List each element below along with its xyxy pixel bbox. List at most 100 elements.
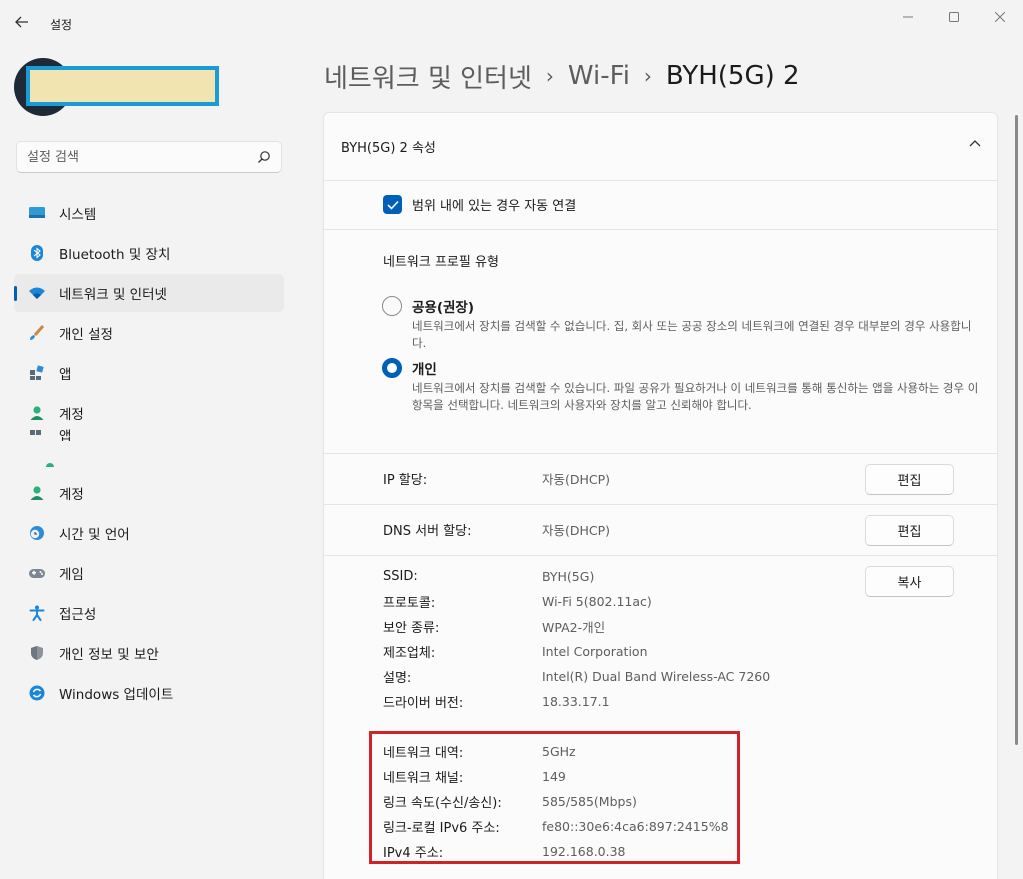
ip-assignment-label: IP 할당: <box>383 473 428 488</box>
title-bar: 설정 <box>0 0 1023 40</box>
highlight-annotation <box>369 731 740 864</box>
app-title: 설정 <box>50 18 73 32</box>
breadcrumb-item-network[interactable]: 네트워크 및 인터넷 <box>324 58 532 95</box>
sidebar-item-label: 시간 및 언어 <box>59 527 130 543</box>
profile-option-public[interactable]: 공용(권장) 네트워크에서 장치를 검색할 수 없습니다. 집, 회사 또는 공… <box>382 296 982 352</box>
radio-public[interactable] <box>382 296 402 316</box>
sidebar-ghost-row <box>14 462 284 468</box>
chevron-right-icon: › <box>643 64 652 88</box>
sidebar-item-label: 게임 <box>59 567 84 583</box>
search-input[interactable] <box>27 149 247 165</box>
auto-connect-checkbox[interactable] <box>383 195 402 214</box>
dns-assignment-label: DNS 서버 할당: <box>383 524 472 539</box>
property-label: 보안 종류: <box>383 621 440 636</box>
property-value: 18.33.17.1 <box>542 694 610 709</box>
sidebar-item-network[interactable]: 네트워크 및 인터넷 <box>14 274 284 312</box>
accessibility-icon <box>28 604 46 622</box>
property-value: WPA2-개인 <box>542 620 606 635</box>
property-label: 설명: <box>383 671 412 686</box>
profile-option-description: 네트워크에서 장치를 검색할 수 없습니다. 집, 회사 또는 공공 장소의 네… <box>412 319 972 350</box>
minimize-button[interactable] <box>885 6 931 28</box>
profile-option-title: 개인 <box>412 362 437 378</box>
sidebar-item-label: 앱 <box>59 429 72 441</box>
sidebar-item-apps[interactable]: 앱 <box>14 354 284 392</box>
edit-dns-button[interactable]: 편집 <box>865 515 954 546</box>
sidebar-item-label: 시스템 <box>59 207 97 223</box>
edit-ip-button[interactable]: 편집 <box>865 464 954 495</box>
sidebar-nav-lower: 계정 시간 및 언어 게임 접근성 개인 정보 및 보안 Windows 업데이… <box>14 474 284 714</box>
apps-icon <box>28 427 46 441</box>
card-header[interactable]: BYH(5G) 2 속성 <box>324 113 997 181</box>
property-row-security: 보안 종류: WPA2-개인 <box>383 614 983 639</box>
back-arrow-icon <box>15 16 28 28</box>
sidebar-item-accounts[interactable]: 계정 <box>14 474 284 512</box>
divider <box>324 555 997 556</box>
card-title: BYH(5G) 2 속성 <box>341 141 436 156</box>
sidebar-item-gaming[interactable]: 게임 <box>14 554 284 592</box>
auto-connect-option[interactable]: 범위 내에 있는 경우 자동 연결 <box>383 195 576 214</box>
close-icon <box>995 12 1005 22</box>
sidebar-item-system[interactable]: 시스템 <box>14 194 284 232</box>
brush-icon <box>28 324 46 342</box>
divider <box>324 229 997 230</box>
search-icon[interactable] <box>257 150 271 164</box>
back-button[interactable] <box>8 10 36 34</box>
account-name-redacted <box>26 66 219 106</box>
profile-option-private[interactable]: 개인 네트워크에서 장치를 검색할 수 있습니다. 파일 공유가 필요하거나 이… <box>382 358 982 414</box>
sidebar-item-label: 네트워크 및 인터넷 <box>59 287 167 303</box>
sidebar-item-label: 계정 <box>59 487 84 503</box>
breadcrumb-item-wifi[interactable]: Wi-Fi <box>568 61 630 91</box>
property-value: Intel(R) Dual Band Wireless-AC 7260 <box>542 669 771 684</box>
sidebar-item-windows-update[interactable]: Windows 업데이트 <box>14 674 284 712</box>
dns-assignment-value: 자동(DHCP) <box>542 523 611 538</box>
checkmark-icon <box>386 200 399 210</box>
profile-option-title: 공용(권장) <box>412 300 475 316</box>
sidebar-item-accessibility[interactable]: 접근성 <box>14 594 284 632</box>
close-button[interactable] <box>977 6 1023 28</box>
account-icon <box>28 404 46 422</box>
sidebar-item-label: 개인 설정 <box>59 327 113 343</box>
divider <box>324 504 997 505</box>
property-label: 프로토콜: <box>383 596 436 611</box>
sidebar-item-bluetooth[interactable]: Bluetooth 및 장치 <box>14 234 284 272</box>
profile-option-description: 네트워크에서 장치를 검색할 수 있습니다. 파일 공유가 필요하거나 이 네트… <box>412 381 979 412</box>
system-icon <box>28 204 46 222</box>
wifi-icon <box>28 284 46 302</box>
property-value: BYH(5G) <box>542 569 595 584</box>
bluetooth-icon <box>28 244 46 262</box>
sidebar-item-label: 계정 <box>59 407 84 423</box>
shield-icon <box>28 644 46 662</box>
account-icon <box>28 484 46 502</box>
property-row-ssid: SSID: BYH(5G) <box>383 564 983 589</box>
scrollbar[interactable] <box>1015 115 1018 745</box>
sidebar-item-personalization[interactable]: 개인 설정 <box>14 314 284 352</box>
maximize-icon <box>949 12 959 22</box>
sidebar-item-label: 개인 정보 및 보안 <box>59 647 159 663</box>
property-row-protocol: 프로토콜: Wi-Fi 5(802.11ac) <box>383 589 983 614</box>
property-row-description: 설명: Intel(R) Dual Band Wireless-AC 7260 <box>383 664 983 689</box>
radio-private[interactable] <box>382 358 402 378</box>
chevron-right-icon: › <box>545 64 554 88</box>
chevron-up-icon[interactable] <box>969 139 981 147</box>
auto-connect-label: 범위 내에 있는 경우 자동 연결 <box>412 199 577 214</box>
account-icon <box>46 463 54 467</box>
apps-icon <box>28 364 46 382</box>
sidebar-item-label: 앱 <box>59 367 72 383</box>
minimize-icon <box>903 16 913 18</box>
property-value: Intel Corporation <box>542 644 648 659</box>
ip-assignment-value: 자동(DHCP) <box>542 472 611 487</box>
search-field[interactable] <box>16 141 282 173</box>
sidebar-item-label: Bluetooth 및 장치 <box>59 247 171 263</box>
property-label: 드라이버 버전: <box>383 696 464 711</box>
profile-type-title: 네트워크 프로필 유형 <box>383 255 499 270</box>
property-row-manufacturer: 제조업체: Intel Corporation <box>383 639 983 664</box>
gamepad-icon <box>28 564 46 582</box>
property-row-driver-version: 드라이버 버전: 18.33.17.1 <box>383 689 983 714</box>
sidebar-item-time-language[interactable]: 시간 및 언어 <box>14 514 284 552</box>
sidebar-nav: 시스템 Bluetooth 및 장치 네트워크 및 인터넷 개인 설정 앱 계정 <box>14 194 284 434</box>
update-icon <box>28 684 46 702</box>
sidebar-item-privacy[interactable]: 개인 정보 및 보안 <box>14 634 284 672</box>
maximize-button[interactable] <box>931 6 977 28</box>
property-value: Wi-Fi 5(802.11ac) <box>542 594 652 609</box>
breadcrumb: 네트워크 및 인터넷 › Wi-Fi › BYH(5G) 2 <box>324 56 800 96</box>
